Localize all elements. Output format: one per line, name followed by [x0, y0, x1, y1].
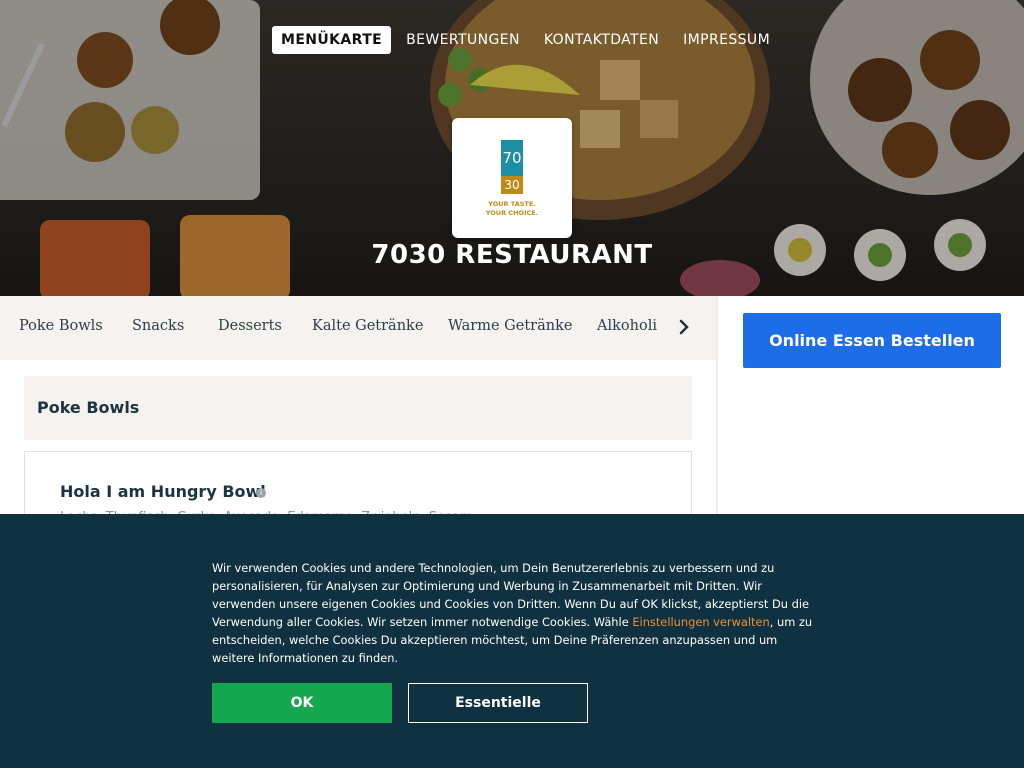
cookie-banner: Wir verwenden Cookies und andere Technol… — [0, 514, 1024, 768]
restaurant-name: 7030 RESTAURANT — [371, 240, 653, 270]
category-snacks[interactable]: Snacks — [132, 318, 184, 334]
category-alkoholisch[interactable]: Alkoholi — [597, 318, 657, 334]
order-online-button[interactable]: Online Essen Bestellen — [743, 313, 1001, 368]
category-warme-getraenke[interactable]: Warme Getränke — [448, 318, 572, 334]
nav-menukarte[interactable]: MENÜKARTE — [272, 26, 392, 54]
manage-settings-link[interactable]: Einstellungen verwalten — [632, 615, 769, 629]
section-title: Poke Bowls — [37, 398, 140, 417]
logo-tagline-line1: YOUR TASTE. — [488, 200, 536, 208]
restaurant-logo: 70 30 YOUR TASTE. YOUR CHOICE. — [452, 118, 572, 238]
chevron-right-icon[interactable] — [676, 316, 694, 338]
cookie-text: Wir verwenden Cookies und andere Technol… — [212, 559, 816, 667]
hero-banner: MENÜKARTE BEWERTUNGEN KONTAKTDATEN IMPRE… — [0, 0, 1024, 296]
menu-item-name[interactable]: Hola I am Hungry Bowl — [60, 482, 266, 501]
logo-bottom-number: 30 — [501, 176, 523, 194]
logo-top-number: 70 — [501, 140, 523, 176]
logo-tagline-line2: YOUR CHOICE. — [485, 209, 539, 217]
top-navigation: MENÜKARTE BEWERTUNGEN KONTAKTDATEN IMPRE… — [272, 26, 785, 54]
cookie-essential-button[interactable]: Essentielle — [408, 683, 588, 723]
category-bar: Poke Bowls Snacks Desserts Kalte Getränk… — [0, 296, 716, 361]
cookie-ok-button[interactable]: OK — [212, 683, 392, 723]
section-header: Poke Bowls — [24, 376, 692, 440]
nav-kontaktdaten[interactable]: KONTAKTDATEN — [535, 26, 668, 54]
info-icon[interactable]: i — [256, 488, 266, 498]
nav-bewertungen[interactable]: BEWERTUNGEN — [397, 26, 529, 54]
nav-impressum[interactable]: IMPRESSUM — [674, 26, 779, 54]
category-desserts[interactable]: Desserts — [218, 318, 282, 334]
category-kalte-getraenke[interactable]: Kalte Getränke — [312, 318, 423, 334]
category-poke-bowls[interactable]: Poke Bowls — [19, 318, 103, 334]
logo-tagline: YOUR TASTE. YOUR CHOICE. — [452, 200, 572, 218]
